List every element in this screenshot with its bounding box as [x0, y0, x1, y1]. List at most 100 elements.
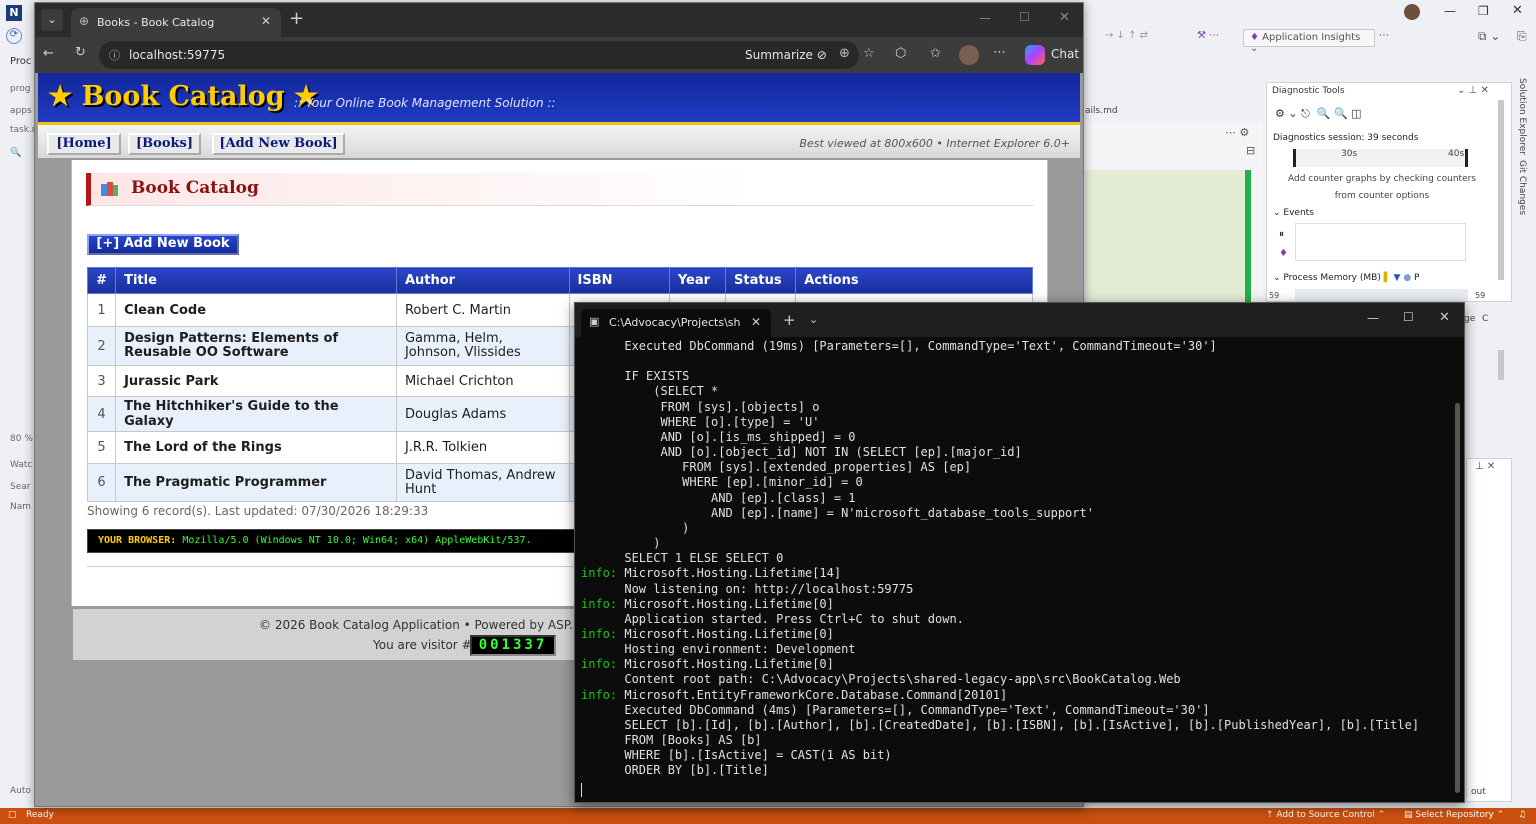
terminal-line-text: Hosting environment: Development	[581, 642, 856, 657]
app-insights-dropdown[interactable]: ♦ Application Insights ⌄	[1243, 29, 1375, 54]
vs-more-icon[interactable]: ⋯	[1379, 30, 1389, 41]
terminal-line: Now listening on: http://localhost:59775	[581, 582, 1453, 597]
proc-tab[interactable]: Proc	[10, 56, 31, 67]
back-icon[interactable]: ←	[43, 46, 54, 61]
diag-window-controls-icon[interactable]: ⌄ ⊥ ✕	[1457, 85, 1489, 96]
summarize-button[interactable]: Summarize ⊘	[745, 48, 827, 62]
globe-icon: ⊕	[79, 14, 90, 28]
process-memory-header[interactable]: ⌄ Process Memory (MB) ▌ ▼ ● P	[1273, 273, 1419, 283]
column-header[interactable]: ISBN	[568, 267, 670, 294]
terminal-cursor	[581, 783, 582, 797]
site-header: ★ Book Catalog ★ :: Your Online Book Man…	[38, 73, 1080, 125]
vs-feedback-icon[interactable]: ⎘	[1517, 29, 1527, 44]
terminal-close-icon[interactable]: ✕	[1439, 310, 1450, 325]
nav-home-link[interactable]: [Home]	[47, 133, 121, 155]
vs-minimize-icon[interactable]: —	[1444, 4, 1456, 18]
autos-tab[interactable]: Auto	[10, 786, 31, 796]
column-header[interactable]: Author	[395, 267, 570, 294]
terminal-scrollbar[interactable]	[1455, 403, 1460, 793]
site-info-icon[interactable]: ⓘ	[109, 47, 120, 63]
vs-avatar[interactable]	[1404, 4, 1420, 20]
copilot-icon[interactable]	[1025, 45, 1045, 65]
nav-add-book-link[interactable]: [Add New Book]	[212, 133, 345, 155]
solution-item[interactable]: apps	[10, 106, 32, 116]
terminal-output[interactable]: Executed DbCommand (19ms) [Parameters=[]…	[581, 339, 1453, 799]
events-label: Events	[1283, 208, 1314, 218]
git-changes-tab[interactable]: Git Changes	[1517, 160, 1527, 215]
book-title: Jurassic Park	[115, 365, 397, 397]
notification-icon[interactable]: ♫	[1518, 810, 1526, 820]
column-header[interactable]: Actions	[795, 267, 1033, 294]
terminal-line: FROM [sys].[extended_properties] AS [ep]	[581, 460, 1453, 475]
search-icon[interactable]: 🔍	[10, 148, 21, 158]
zoom-level[interactable]: 80 %	[10, 434, 33, 444]
url-field[interactable]: ⓘ localhost:59775 Summarize ⊘ ⊕ ☆	[99, 41, 875, 69]
watch-tab[interactable]: Watc	[10, 460, 32, 470]
diag-scrollbar[interactable]	[1498, 100, 1504, 280]
site-logo[interactable]: ★ Book Catalog ★	[48, 81, 318, 112]
vs-toolbar-arrows-icon[interactable]: → ↓ ↑ ⇄	[1105, 30, 1148, 41]
vs-live-share-icon[interactable]: ⧉ ⌄	[1478, 29, 1500, 44]
select-repository[interactable]: ▤ Select Repository ⌃	[1404, 810, 1504, 820]
lower-tool-panel: ⊥ ✕ out	[1466, 458, 1512, 802]
new-tab-icon[interactable]: +	[289, 8, 304, 29]
editor-options-icon[interactable]: ⋯ ⚙	[1225, 126, 1249, 139]
terminal-line: WHERE [ep].[minor_id] = 0	[581, 475, 1453, 490]
nav-books-link[interactable]: [Books]	[128, 133, 201, 155]
solution-item[interactable]: task.r	[10, 125, 36, 135]
zoom-icon[interactable]: ⊕	[839, 46, 850, 61]
pause-icon[interactable]: ⏸	[1279, 229, 1284, 240]
terminal-tab-close-icon[interactable]: ✕	[751, 315, 761, 329]
vs-profiler-icon[interactable]: ⚒ ⋯	[1197, 30, 1219, 41]
events-header[interactable]: ⌄ Events	[1273, 208, 1314, 218]
terminal-line-text: Microsoft.Hosting.Lifetime[14]	[617, 566, 842, 581]
vs-left-nav-icon[interactable]: ⟳	[6, 28, 22, 44]
browser-minimize-icon[interactable]: —	[979, 11, 991, 25]
editor-tab-filename[interactable]: ails.md	[1085, 106, 1118, 116]
refresh-icon[interactable]: ↻	[75, 45, 86, 60]
terminal-tab[interactable]: ▣ C:\Advocacy\Projects\share ✕	[581, 309, 771, 337]
browser-tab[interactable]: ⊕ Books - Book Catalog ✕	[71, 8, 281, 37]
vs-close-icon[interactable]: ✕	[1512, 3, 1523, 18]
solution-explorer-tab[interactable]: Solution Explorer	[1517, 78, 1527, 155]
solution-item[interactable]: prog	[10, 84, 30, 94]
search-field[interactable]: Sear	[10, 482, 30, 492]
editor-split-icon[interactable]: ⊟	[1246, 144, 1255, 157]
tab-actions-icon[interactable]: ⌄	[41, 9, 63, 31]
output-label: out	[1471, 787, 1486, 797]
column-header[interactable]: Status	[724, 267, 797, 294]
memory-axis-right: 59	[1475, 291, 1486, 300]
browser-close-icon[interactable]: ✕	[1059, 10, 1070, 25]
panel-pin-close-icon[interactable]: ⊥ ✕	[1475, 461, 1495, 472]
terminal-line: info: Microsoft.EntityFrameworkCore.Data…	[581, 688, 1453, 703]
vs-logo-icon: N	[6, 5, 22, 21]
terminal-maximize-icon[interactable]: ☐	[1403, 310, 1414, 324]
side-scrollbar[interactable]	[1498, 350, 1504, 380]
tab-close-icon[interactable]: ✕	[261, 14, 271, 28]
browser-maximize-icon[interactable]: ☐	[1019, 10, 1030, 24]
column-header[interactable]: #	[86, 267, 117, 294]
column-header[interactable]: Year	[668, 267, 727, 294]
extensions-icon[interactable]: ⬡	[895, 46, 906, 61]
chat-button[interactable]: Chat	[1051, 47, 1079, 61]
terminal-line: SELECT [b].[Id], [b].[Author], [b].[Crea…	[581, 718, 1453, 733]
profile-avatar[interactable]	[959, 45, 979, 65]
book-author: Douglas Adams	[395, 396, 570, 432]
favorites-icon[interactable]: ✩	[930, 46, 941, 61]
column-header[interactable]: Title	[115, 267, 397, 294]
breakpoint-icon[interactable]: ♦	[1279, 248, 1288, 259]
memory-axis-left: 59	[1269, 291, 1280, 300]
more-menu-icon[interactable]: ⋯	[993, 45, 1006, 60]
diag-toolbar-icons[interactable]: ⚙ ⌄ ⎋ 🔍 🔍 ◫	[1275, 107, 1362, 121]
add-new-book-button[interactable]: [+] Add New Book	[87, 234, 239, 255]
books-icon	[101, 181, 119, 197]
add-source-control[interactable]: ⇡ Add to Source Control ⌃	[1266, 810, 1385, 820]
vs-restore-icon[interactable]: ❐	[1478, 4, 1489, 18]
browser-tab-strip: ⌄ ⊕ Books - Book Catalog ✕ + — ☐ ✕	[35, 3, 1083, 37]
terminal-dropdown-icon[interactable]: ⌄	[809, 313, 818, 326]
favorite-star-icon[interactable]: ☆	[863, 46, 875, 61]
terminal-new-tab-icon[interactable]: +	[783, 311, 796, 329]
misc-label: C	[1482, 314, 1489, 324]
terminal-minimize-icon[interactable]: —	[1367, 311, 1379, 325]
terminal-line-text: WHERE [ep].[minor_id] = 0	[581, 475, 863, 490]
